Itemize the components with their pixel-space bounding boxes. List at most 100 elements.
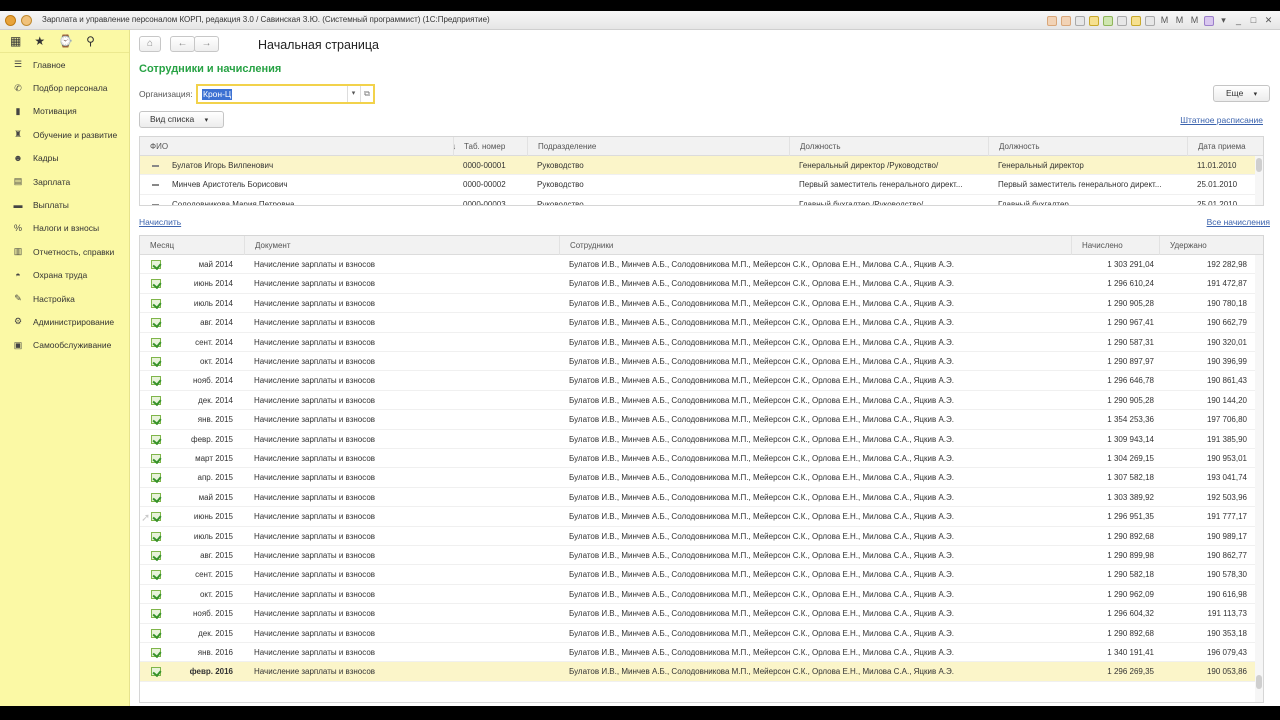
accrual-row[interactable]: окт. 2014 Начисление зарплаты и взносов Бу… (140, 352, 1263, 372)
employee-row[interactable]: Минчев Аристотель Борисович 0000-00002 Рук… (140, 175, 1263, 195)
accrual-row[interactable]: июнь 2015 Начисление зарплаты и взносов Бу… (140, 507, 1263, 527)
col-month[interactable]: Месяц (140, 236, 244, 255)
accrual-row[interactable]: сент. 2015 Начисление зарплаты и взносов Б… (140, 565, 1263, 585)
accrual-row[interactable]: янв. 2016 Начисление зарплаты и взносов Бу… (140, 643, 1263, 663)
col-department[interactable]: Подразделение (527, 137, 789, 156)
accrual-row[interactable]: окт. 2015 Начисление зарплаты и взносов Бу… (140, 585, 1263, 605)
back-button[interactable]: ← (170, 36, 195, 52)
sidebar-item[interactable]: % Налоги и взносы (0, 217, 129, 240)
sidebar-item[interactable]: ♜ Обучение и развитие (0, 123, 129, 146)
history-icon[interactable] (1103, 15, 1113, 26)
minimize-icon[interactable]: _ (1233, 15, 1244, 26)
calculator-tool-icon[interactable] (1117, 15, 1127, 26)
app-logo-icon[interactable] (5, 15, 16, 26)
accrual-row[interactable]: июль 2015 Начисление зарплаты и взносов Бу… (140, 527, 1263, 546)
accrual-row[interactable]: апр. 2015 Начисление зарплаты и взносов Бу… (140, 468, 1263, 488)
history-clock-icon[interactable]: ⌚ (58, 35, 73, 47)
accrual-row[interactable]: янв. 2015 Начисление зарплаты и взносов Бу… (140, 410, 1263, 430)
id-card-icon: ▣ (13, 339, 23, 350)
sidebar-item[interactable]: ▣ Самообслуживание (0, 334, 129, 357)
employee-position-2: Первый заместитель генерального директ..… (998, 180, 1162, 190)
save-icon[interactable] (1061, 15, 1071, 26)
memory-mminus-icon[interactable]: M (1189, 15, 1200, 26)
accrue-link[interactable]: Начислить (139, 217, 181, 227)
accrual-row[interactable]: нояб. 2014 Начисление зарплаты и взносов Б… (140, 371, 1263, 391)
view-list-button[interactable]: Вид списка ▾ (139, 111, 224, 128)
posted-document-icon (151, 492, 161, 502)
sidebar-item[interactable]: ▮ Мотивация (0, 100, 129, 123)
about-icon[interactable] (1204, 15, 1214, 26)
accrual-withheld: 190 396,99 (1206, 357, 1247, 366)
employee-hire-date: 25.01.2010 (1197, 199, 1238, 206)
sidebar-item[interactable]: ☰ Главное (0, 53, 129, 76)
accrual-row[interactable]: март 2015 Начисление зарплаты и взносов Бу… (140, 449, 1263, 469)
favorites-icon[interactable] (1089, 15, 1099, 26)
col-position[interactable]: Должность (789, 137, 988, 156)
sidebar-item[interactable]: ⚙ Администрирование (0, 310, 129, 333)
col-withheld[interactable]: Удержано (1159, 236, 1257, 255)
accrual-row[interactable]: февр. 2015 Начисление зарплаты и взносов Б… (140, 430, 1263, 449)
main-menu-icon[interactable] (21, 15, 32, 26)
all-accruals-link[interactable]: Все начисления (1207, 217, 1270, 227)
accrual-document: Начисление зарплаты и взносов (254, 415, 376, 425)
close-icon[interactable]: ✕ (1263, 15, 1274, 26)
maximize-icon[interactable]: □ (1248, 15, 1259, 26)
more-button[interactable]: Еще ▾ (1213, 85, 1270, 102)
accrual-month: сент. 2015 (195, 570, 233, 580)
accrual-row[interactable]: май 2014 Начисление зарплаты и взносов Бул… (140, 255, 1263, 275)
sidebar-item[interactable]: ✆ Подбор персонала (0, 76, 129, 99)
staff-schedule-link[interactable]: Штатное расписание (1180, 115, 1263, 125)
accrual-month: нояб. 2014 (192, 376, 233, 386)
print-icon[interactable] (1047, 15, 1057, 26)
home-button[interactable]: ⌂ (139, 36, 161, 52)
col-name[interactable]: ФИО (140, 137, 462, 156)
apps-grid-icon[interactable]: ▦ (10, 35, 21, 47)
accrual-row[interactable]: февр. 2016 Начисление зарплаты и взносов Б… (140, 662, 1263, 682)
search-icon[interactable]: ⚲ (86, 35, 95, 47)
employees-scrollbar[interactable] (1255, 156, 1263, 205)
accrual-row[interactable]: нояб. 2015 Начисление зарплаты и взносов Б… (140, 604, 1263, 624)
org-field[interactable]: Крон-Ц ▾ ⧉ (196, 84, 375, 104)
accrual-row[interactable]: дек. 2014 Начисление зарплаты и взносов Бу… (140, 391, 1263, 411)
accruals-scroll-thumb[interactable] (1256, 675, 1262, 689)
sidebar-item[interactable]: ▬ Выплаты (0, 193, 129, 216)
accrual-employees: Булатов И.В., Минчев А.Б., Солодовникова… (569, 337, 954, 347)
calendar-icon[interactable] (1131, 15, 1141, 26)
accrual-document: Начисление зарплаты и взносов (254, 357, 376, 366)
favorites-star-icon[interactable]: ★ (34, 35, 45, 47)
accrual-row[interactable]: авг. 2015 Начисление зарплаты и взносов Бу… (140, 546, 1263, 566)
employees-scroll-thumb[interactable] (1256, 158, 1262, 172)
accrual-row[interactable]: дек. 2015 Начисление зарплаты и взносов Бу… (140, 624, 1263, 643)
accruals-scrollbar[interactable] (1255, 255, 1263, 702)
col-employees[interactable]: Сотрудники (559, 236, 1071, 255)
dropdown-icon[interactable]: ▾ (1218, 15, 1229, 26)
accrual-withheld: 190 862,77 (1206, 551, 1247, 560)
memory-mplus-icon[interactable]: M (1174, 15, 1185, 26)
sidebar-item[interactable]: ✎ Настройка (0, 287, 129, 310)
accrual-row[interactable]: авг. 2014 Начисление зарплаты и взносов Бу… (140, 313, 1263, 333)
chevron-down-icon[interactable]: ▾ (347, 86, 359, 102)
employee-row[interactable]: Булатов Игорь Вилпенович 0000-00001 Руково… (140, 156, 1263, 176)
info-icon[interactable] (1145, 15, 1155, 26)
sidebar-item[interactable]: ▥ Отчетность, справки (0, 240, 129, 263)
mouse-cursor-icon: ➚ (141, 512, 151, 524)
forward-button[interactable]: → (194, 36, 219, 52)
accrual-row[interactable]: сент. 2014 Начисление зарплаты и взносов Б… (140, 333, 1263, 352)
col-document[interactable]: Документ (244, 236, 559, 255)
sidebar-item[interactable]: ☻ Кадры (0, 147, 129, 170)
employee-row[interactable]: Солодовникова Мария Петровна 0000-00003 Ру… (140, 195, 1263, 206)
accrual-row[interactable]: июнь 2014 Начисление зарплаты и взносов Бу… (140, 274, 1263, 294)
accrual-row[interactable]: июль 2014 Начисление зарплаты и взносов Бу… (140, 294, 1263, 314)
org-value[interactable]: Крон-Ц (202, 89, 233, 100)
col-accrued[interactable]: Начислено (1071, 236, 1159, 255)
accrual-row[interactable]: май 2015 Начисление зарплаты и взносов Бул… (140, 488, 1263, 508)
col-tab-number[interactable]: Таб. номер (453, 137, 527, 156)
col-position-2[interactable]: Должность (988, 137, 1187, 156)
col-hire-date[interactable]: Дата приема (1187, 137, 1263, 156)
open-icon[interactable]: ⧉ (360, 86, 373, 102)
sidebar-item[interactable]: ▤ Зарплата (0, 170, 129, 193)
memory-m-icon[interactable]: M (1159, 15, 1170, 26)
link-icon[interactable] (1075, 15, 1085, 26)
sidebar-item[interactable]: ◓ Охрана труда (0, 264, 129, 287)
accrual-document: Начисление зарплаты и взносов (254, 551, 376, 560)
